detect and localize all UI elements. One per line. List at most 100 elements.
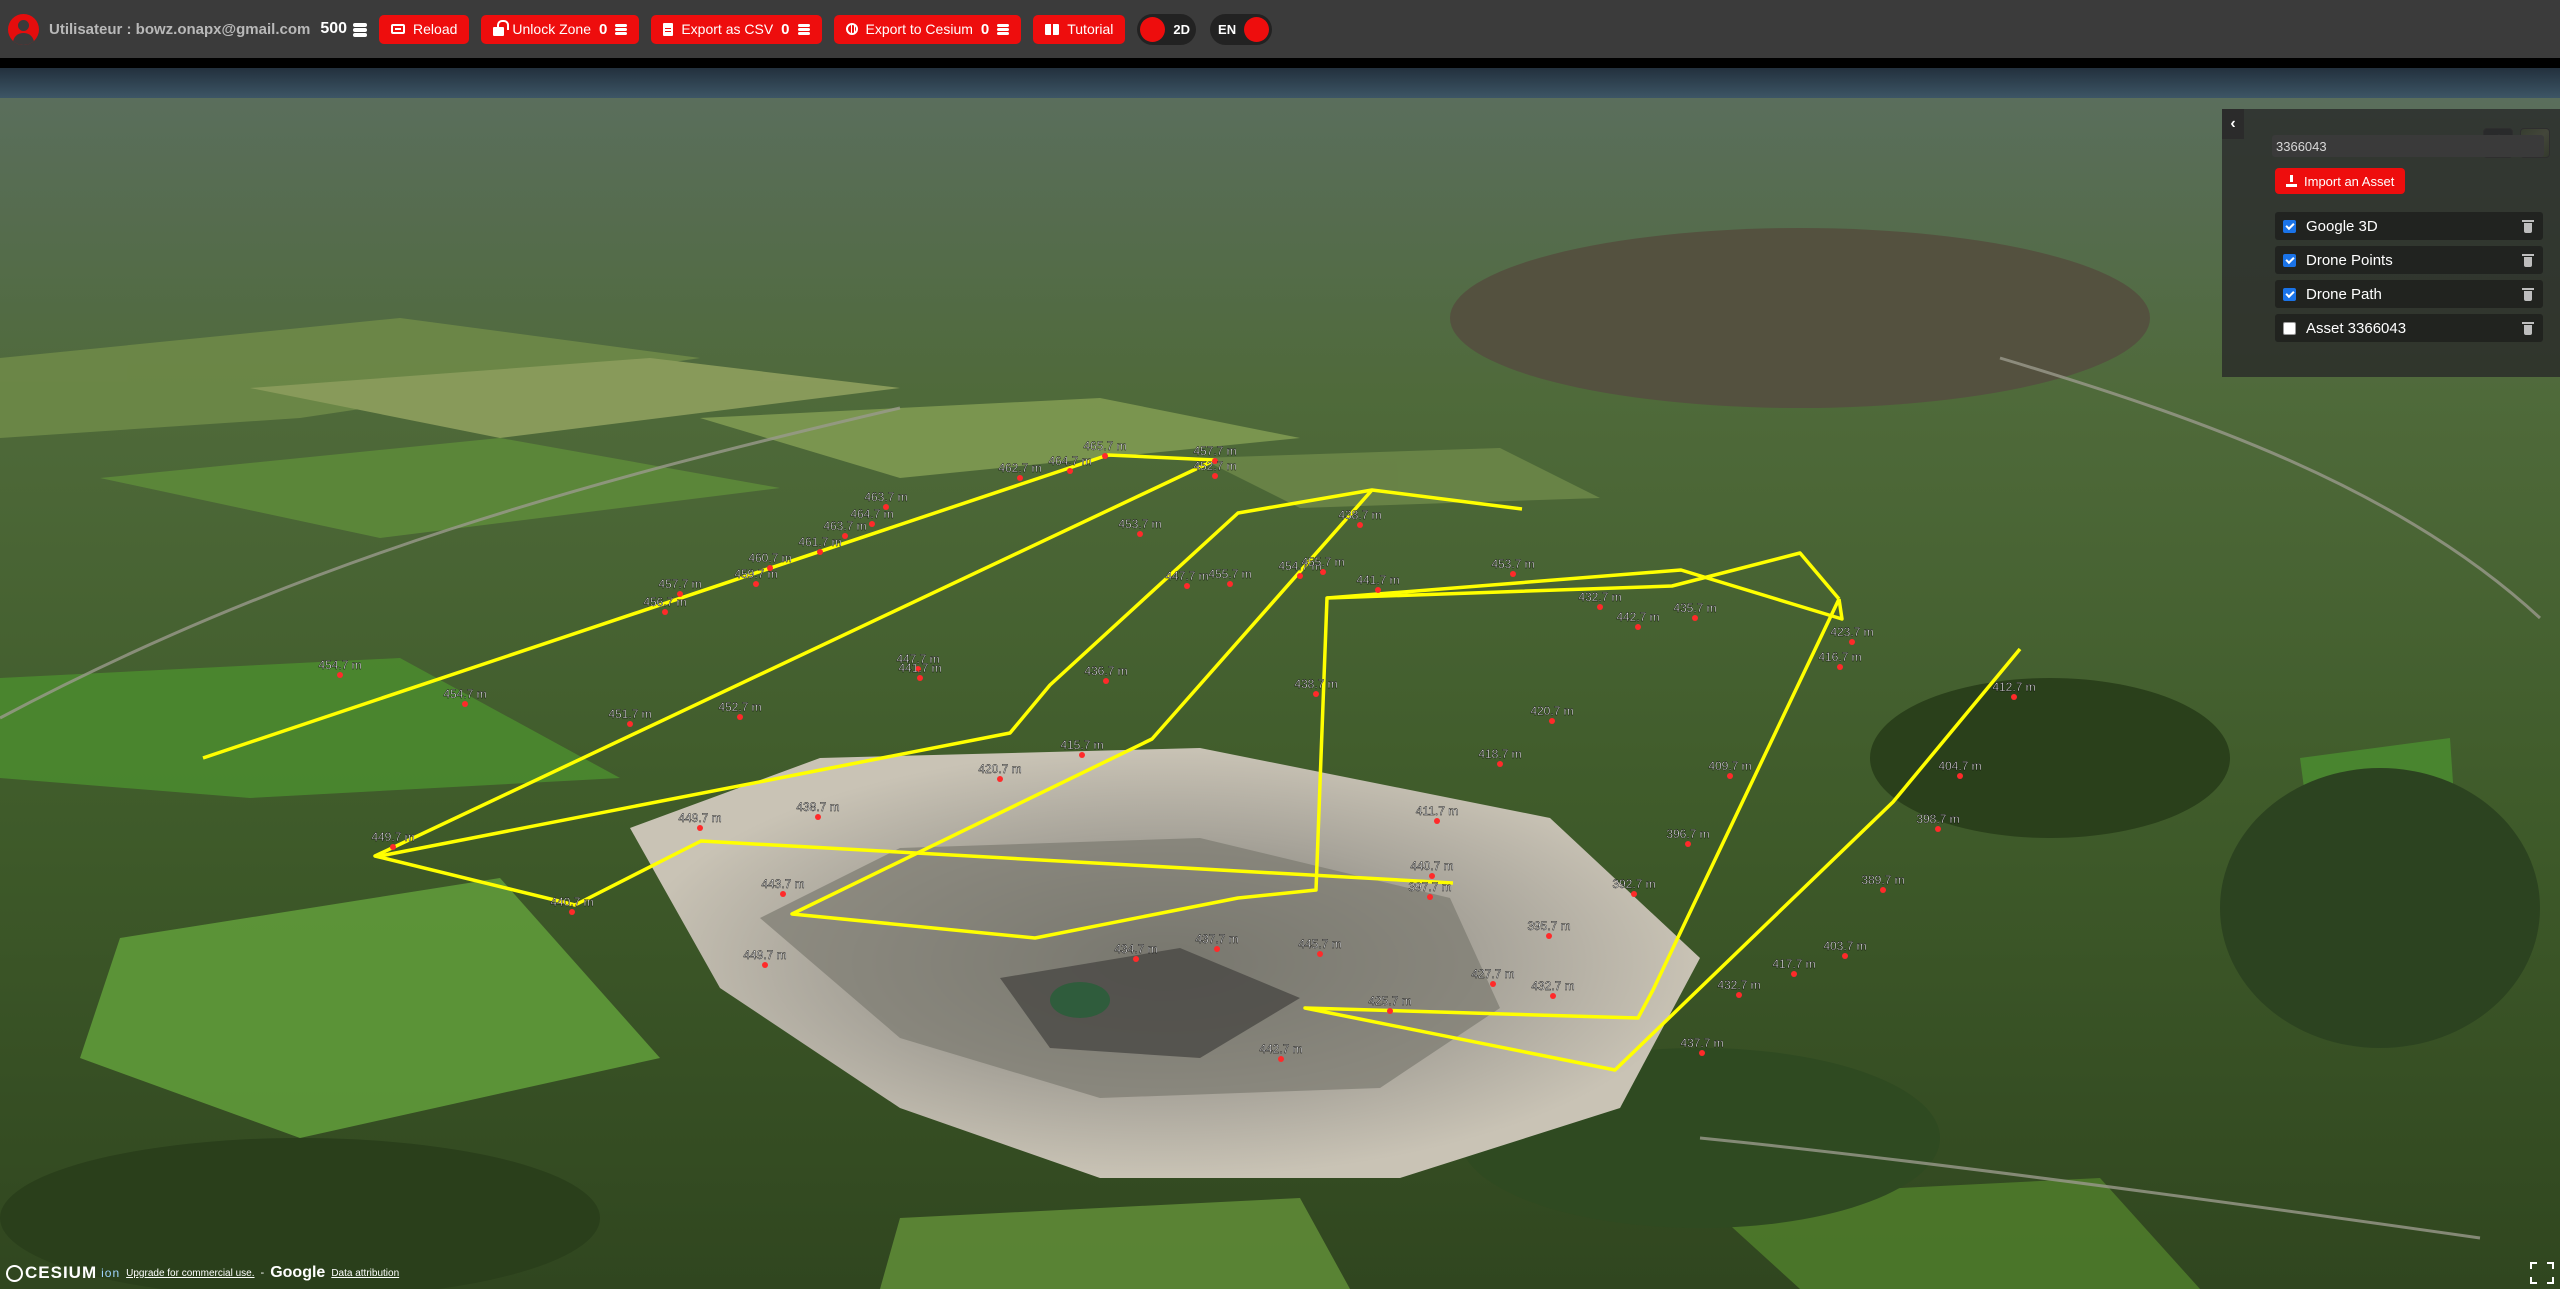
- altitude-label: 412.7 m: [1992, 680, 2035, 694]
- drone-waypoint-marker[interactable]: [337, 672, 343, 678]
- drone-waypoint-marker[interactable]: [869, 521, 875, 527]
- drone-waypoint-marker[interactable]: [762, 962, 768, 968]
- drone-waypoint-marker[interactable]: [1434, 818, 1440, 824]
- drone-waypoint-marker[interactable]: [1387, 1008, 1393, 1014]
- export-csv-button[interactable]: Export as CSV 0: [651, 14, 822, 44]
- layer-label: Drone Path: [2306, 285, 2382, 303]
- altitude-label: 415.7 m: [1060, 738, 1103, 752]
- drone-waypoint-marker[interactable]: [1550, 993, 1556, 999]
- drone-waypoint-marker[interactable]: [817, 549, 823, 555]
- drone-waypoint-marker[interactable]: [1212, 473, 1218, 479]
- unlock-zone-button[interactable]: Unlock Zone 0: [481, 14, 640, 44]
- drone-waypoint-marker[interactable]: [1375, 587, 1381, 593]
- drone-waypoint-marker[interactable]: [1214, 946, 1220, 952]
- trash-icon[interactable]: [2522, 321, 2534, 335]
- drone-waypoint-marker[interactable]: [1137, 531, 1143, 537]
- drone-waypoint-marker[interactable]: [1727, 773, 1733, 779]
- drone-waypoint-marker[interactable]: [1880, 887, 1886, 893]
- altitude-label: 397.7 m: [1408, 880, 1451, 894]
- drone-waypoint-marker[interactable]: [1227, 581, 1233, 587]
- drone-waypoint-marker[interactable]: [1017, 475, 1023, 481]
- drone-waypoint-marker[interactable]: [2011, 694, 2017, 700]
- export-cesium-count: 0: [980, 20, 990, 38]
- cesium-3d-viewer[interactable]: 465.7 m 457.7 m 464.7 m 462.7 m 463.7 m 464.7…: [0, 58, 2560, 1289]
- drone-waypoint-marker[interactable]: [1546, 933, 1552, 939]
- drone-waypoint-marker[interactable]: [1692, 615, 1698, 621]
- altitude-label: 437.7 m: [1195, 932, 1238, 946]
- drone-waypoint-marker[interactable]: [1510, 571, 1516, 577]
- layer-checkbox[interactable]: [2283, 253, 2296, 267]
- drone-waypoint-marker[interactable]: [1317, 951, 1323, 957]
- reload-button[interactable]: Reload: [379, 14, 470, 44]
- trash-icon[interactable]: [2522, 287, 2534, 301]
- export-cesium-button[interactable]: Export to Cesium 0: [833, 14, 1022, 44]
- drone-waypoint-marker[interactable]: [1427, 894, 1433, 900]
- drone-waypoint-marker[interactable]: [1935, 826, 1941, 832]
- drone-waypoint-marker[interactable]: [842, 533, 848, 539]
- layer-row-drone-points[interactable]: Drone Points: [2275, 246, 2543, 274]
- drone-waypoint-marker[interactable]: [1635, 624, 1641, 630]
- drone-waypoint-marker[interactable]: [997, 776, 1003, 782]
- drone-waypoint-marker[interactable]: [1278, 1056, 1284, 1062]
- fullscreen-button[interactable]: [2530, 1262, 2554, 1284]
- drone-waypoint-marker[interactable]: [753, 581, 759, 587]
- drone-waypoint-marker[interactable]: [390, 844, 396, 850]
- tutorial-button[interactable]: Tutorial: [1033, 14, 1126, 44]
- drone-waypoint-marker[interactable]: [569, 909, 575, 915]
- language-label: EN: [1218, 21, 1237, 37]
- drone-waypoint-marker[interactable]: [1549, 718, 1555, 724]
- layer-checkbox[interactable]: [2283, 287, 2296, 301]
- drone-waypoint-marker[interactable]: [1133, 956, 1139, 962]
- layer-row-asset[interactable]: Asset 3366043: [2275, 314, 2543, 342]
- altitude-label: 432.7 m: [1717, 978, 1760, 992]
- drone-waypoint-marker[interactable]: [1497, 761, 1503, 767]
- trash-icon[interactable]: [2522, 253, 2534, 267]
- drone-waypoint-marker[interactable]: [1842, 953, 1848, 959]
- altitude-label: 459.7 m: [734, 567, 777, 581]
- drone-waypoint-marker[interactable]: [1685, 841, 1691, 847]
- drone-waypoint-marker[interactable]: [1313, 691, 1319, 697]
- drone-waypoint-marker[interactable]: [780, 891, 786, 897]
- export-cesium-label: Export to Cesium: [865, 21, 973, 37]
- user-avatar-icon[interactable]: [8, 13, 39, 45]
- cesium-ion-logo[interactable]: CESIUM ion: [6, 1263, 120, 1283]
- drone-waypoint-marker[interactable]: [1102, 453, 1108, 459]
- drone-waypoint-marker[interactable]: [1067, 468, 1073, 474]
- trash-icon[interactable]: [2522, 219, 2534, 233]
- drone-waypoint-marker[interactable]: [1957, 773, 1963, 779]
- panel-collapse-button[interactable]: ‹: [2222, 109, 2244, 139]
- drone-waypoint-marker[interactable]: [1849, 639, 1855, 645]
- drone-waypoint-marker[interactable]: [697, 825, 703, 831]
- view-mode-toggle[interactable]: 2D: [1137, 13, 1197, 45]
- drone-waypoint-marker[interactable]: [1490, 981, 1496, 987]
- upgrade-commercial-link[interactable]: Upgrade for commercial use.: [126, 1268, 254, 1279]
- drone-waypoint-marker[interactable]: [1597, 604, 1603, 610]
- import-asset-button[interactable]: Import an Asset: [2275, 168, 2406, 194]
- drone-waypoint-marker[interactable]: [1631, 891, 1637, 897]
- layer-row-drone-path[interactable]: Drone Path: [2275, 280, 2543, 308]
- drone-waypoint-marker[interactable]: [1297, 573, 1303, 579]
- drone-waypoint-marker[interactable]: [1079, 752, 1085, 758]
- drone-waypoint-marker[interactable]: [462, 701, 468, 707]
- drone-waypoint-marker[interactable]: [1791, 971, 1797, 977]
- layer-checkbox[interactable]: [2283, 321, 2296, 335]
- drone-waypoint-marker[interactable]: [1699, 1050, 1705, 1056]
- drone-waypoint-marker[interactable]: [917, 675, 923, 681]
- drone-waypoint-marker[interactable]: [1736, 992, 1742, 998]
- data-attribution-link[interactable]: Data attribution: [331, 1268, 399, 1279]
- drone-waypoint-marker[interactable]: [1184, 583, 1190, 589]
- drone-waypoint-marker[interactable]: [627, 721, 633, 727]
- drone-waypoint-marker[interactable]: [1837, 664, 1843, 670]
- asset-id-input[interactable]: [2272, 135, 2544, 157]
- drone-waypoint-marker[interactable]: [1357, 522, 1363, 528]
- drone-waypoint-marker[interactable]: [662, 609, 668, 615]
- layer-checkbox[interactable]: [2283, 219, 2296, 233]
- layer-row-google-3d[interactable]: Google 3D: [2275, 212, 2543, 240]
- reload-icon: [391, 24, 406, 34]
- drone-waypoint-marker[interactable]: [815, 814, 821, 820]
- drone-waypoint-marker[interactable]: [737, 714, 743, 720]
- drone-waypoint-marker[interactable]: [1429, 873, 1435, 879]
- language-toggle[interactable]: EN: [1210, 13, 1273, 45]
- drone-waypoint-marker[interactable]: [1103, 678, 1109, 684]
- terrain-render[interactable]: 465.7 m 457.7 m464.7 m462.7 m463.7 m464.7…: [0, 58, 2560, 1289]
